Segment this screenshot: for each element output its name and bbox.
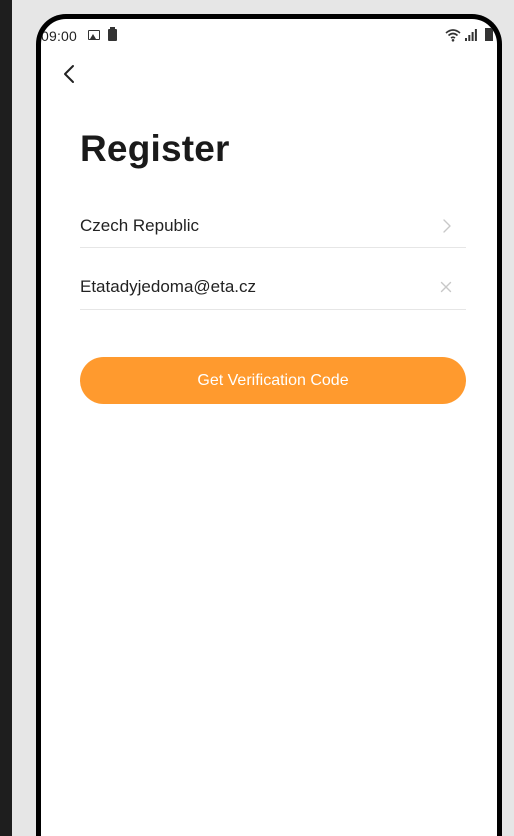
- storage-icon: [108, 27, 117, 41]
- background-edge: [0, 0, 12, 836]
- chevron-left-icon: [64, 65, 74, 83]
- email-field-row: [80, 266, 466, 310]
- country-selector[interactable]: Czech Republic: [80, 204, 466, 248]
- chevron-right-icon: [443, 219, 451, 233]
- battery-icon: [485, 28, 493, 41]
- country-value: Czech Republic: [80, 216, 200, 235]
- signal-icon: [465, 29, 477, 41]
- status-bar: 09:00: [41, 19, 497, 53]
- email-field[interactable]: [80, 274, 420, 300]
- back-button[interactable]: [55, 59, 85, 89]
- close-icon[interactable]: [436, 277, 456, 297]
- register-screen: 09:00 Register Czech Republic Etatadyjed…: [41, 19, 497, 836]
- gallery-icon: [88, 30, 100, 40]
- phone-frame: 09:00 Register Czech Republic Etatadyjed…: [36, 14, 502, 836]
- wifi-icon: [445, 29, 461, 42]
- page-title: Register: [80, 128, 230, 169]
- get-verification-code-button[interactable]: Get Verification Code: [80, 357, 466, 404]
- status-time: 09:00: [41, 28, 78, 44]
